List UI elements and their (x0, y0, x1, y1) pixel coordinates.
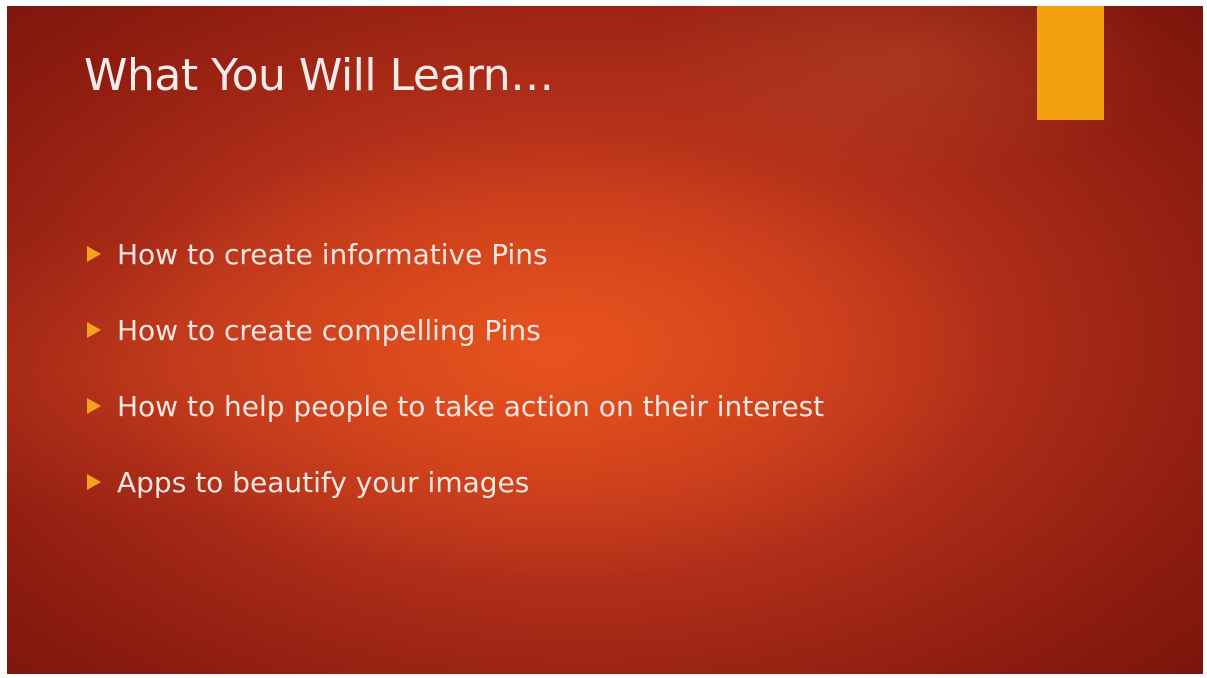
slide: What You Will Learn… How to create infor… (7, 6, 1203, 674)
bullet-text: How to create informative Pins (117, 237, 548, 271)
bullet-text: How to help people to take action on the… (117, 389, 825, 423)
accent-bar (1037, 6, 1104, 120)
triangle-right-icon (87, 246, 101, 262)
slide-title: What You Will Learn… (84, 50, 554, 101)
bullet-item: How to create compelling Pins (87, 292, 824, 368)
bullet-item: Apps to beautify your images (87, 444, 824, 520)
bullet-text: Apps to beautify your images (117, 465, 530, 499)
bullet-text: How to create compelling Pins (117, 313, 541, 347)
bullet-list: How to create informative Pins How to cr… (87, 216, 824, 520)
triangle-right-icon (87, 398, 101, 414)
bullet-item: How to create informative Pins (87, 216, 824, 292)
bullet-item: How to help people to take action on the… (87, 368, 824, 444)
triangle-right-icon (87, 322, 101, 338)
triangle-right-icon (87, 474, 101, 490)
